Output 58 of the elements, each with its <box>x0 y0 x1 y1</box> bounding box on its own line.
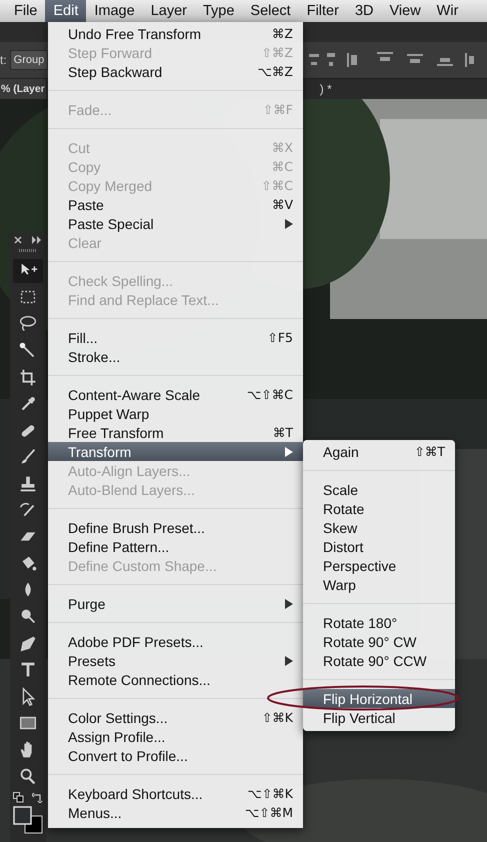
menu-title[interactable]: Edit <box>45 0 86 22</box>
menu-title[interactable]: 3D <box>346 0 382 22</box>
menu-item[interactable]: Presets <box>48 651 303 670</box>
option-label: t: <box>0 53 7 67</box>
menu-item[interactable]: Keyboard Shortcuts... ⌥⇧⌘K <box>48 784 303 803</box>
menu-title[interactable]: Type <box>194 0 242 22</box>
document-tab[interactable]: ) * <box>320 82 332 96</box>
menu-item[interactable]: Paste ⌘V <box>48 195 303 214</box>
document-tab[interactable]: % (Layer <box>0 79 46 99</box>
close-icon[interactable] <box>14 236 22 244</box>
menu-title[interactable]: Image <box>86 0 143 22</box>
menu-title[interactable]: Filter <box>298 0 347 22</box>
menu-item[interactable]: Menus... ⌥⇧⌘M <box>48 803 303 822</box>
menu-item[interactable]: Paste Special <box>48 214 303 233</box>
menu-item[interactable]: Assign Profile... <box>48 727 303 746</box>
menu-item[interactable]: Fill... ⇧F5 <box>48 328 303 347</box>
menu-item[interactable]: Color Settings... ⇧⌘K <box>48 708 303 727</box>
menu-item[interactable]: Purge <box>48 594 303 613</box>
menu-item[interactable]: Rotate 90° CCW <box>303 651 455 670</box>
menu-title[interactable]: Layer <box>142 0 195 22</box>
submenu-arrow-icon <box>285 598 293 608</box>
menu-item[interactable]: Free Transform ⌘T <box>48 423 303 442</box>
menu-item[interactable]: Again ⇧⌘T <box>303 442 455 461</box>
menu-item[interactable]: Puppet Warp <box>48 404 303 423</box>
color-swatches-icon[interactable] <box>13 806 43 834</box>
menu-item[interactable]: Flip Vertical <box>303 708 455 727</box>
menu-item[interactable]: Convert to Profile... <box>48 746 303 765</box>
menu-item[interactable]: Remote Connections... <box>48 670 303 689</box>
group-dropdown[interactable]: Group <box>10 50 48 70</box>
submenu-arrow-icon <box>285 446 293 456</box>
menu-title[interactable]: Wir <box>428 0 466 22</box>
menu-title[interactable]: View <box>382 0 429 22</box>
menu-item[interactable]: Stroke... <box>48 347 303 366</box>
panel-grip[interactable] <box>19 249 37 252</box>
submenu-arrow-icon <box>285 218 293 228</box>
menu-item[interactable]: Scale <box>303 480 455 499</box>
menu-item[interactable]: Undo Free Transform ⌘Z <box>48 24 303 43</box>
menu-item[interactable]: Rotate 180° <box>303 613 455 632</box>
menu-item[interactable]: Define Pattern... <box>48 537 303 556</box>
swap-colors-icon[interactable] <box>32 792 43 803</box>
menu-item[interactable]: Rotate <box>303 499 455 518</box>
default-colors-icon[interactable] <box>13 792 24 803</box>
menu-item[interactable]: Perspective <box>303 556 455 575</box>
menu-item[interactable]: Step Backward ⌥⌘Z <box>48 62 303 81</box>
menu-item[interactable]: Warp <box>303 575 455 594</box>
menu-title[interactable]: Select <box>242 0 299 22</box>
submenu-arrow-icon <box>285 656 293 666</box>
collapse-icon[interactable] <box>32 236 42 244</box>
menu-item[interactable]: Flip Horizontal <box>303 689 455 708</box>
menu-item[interactable]: Define Brush Preset... <box>48 518 303 537</box>
menu-item[interactable]: Transform <box>48 442 303 461</box>
menu-item[interactable]: Rotate 90° CW <box>303 632 455 651</box>
menu-item[interactable]: Skew <box>303 518 455 537</box>
menu-item[interactable]: Distort <box>303 537 455 556</box>
menu-title[interactable]: File <box>6 0 46 22</box>
menu-item[interactable]: Content-Aware Scale ⌥⇧⌘C <box>48 385 303 404</box>
menu-item[interactable]: Adobe PDF Presets... <box>48 632 303 651</box>
move-tool-icon[interactable] <box>13 259 43 284</box>
